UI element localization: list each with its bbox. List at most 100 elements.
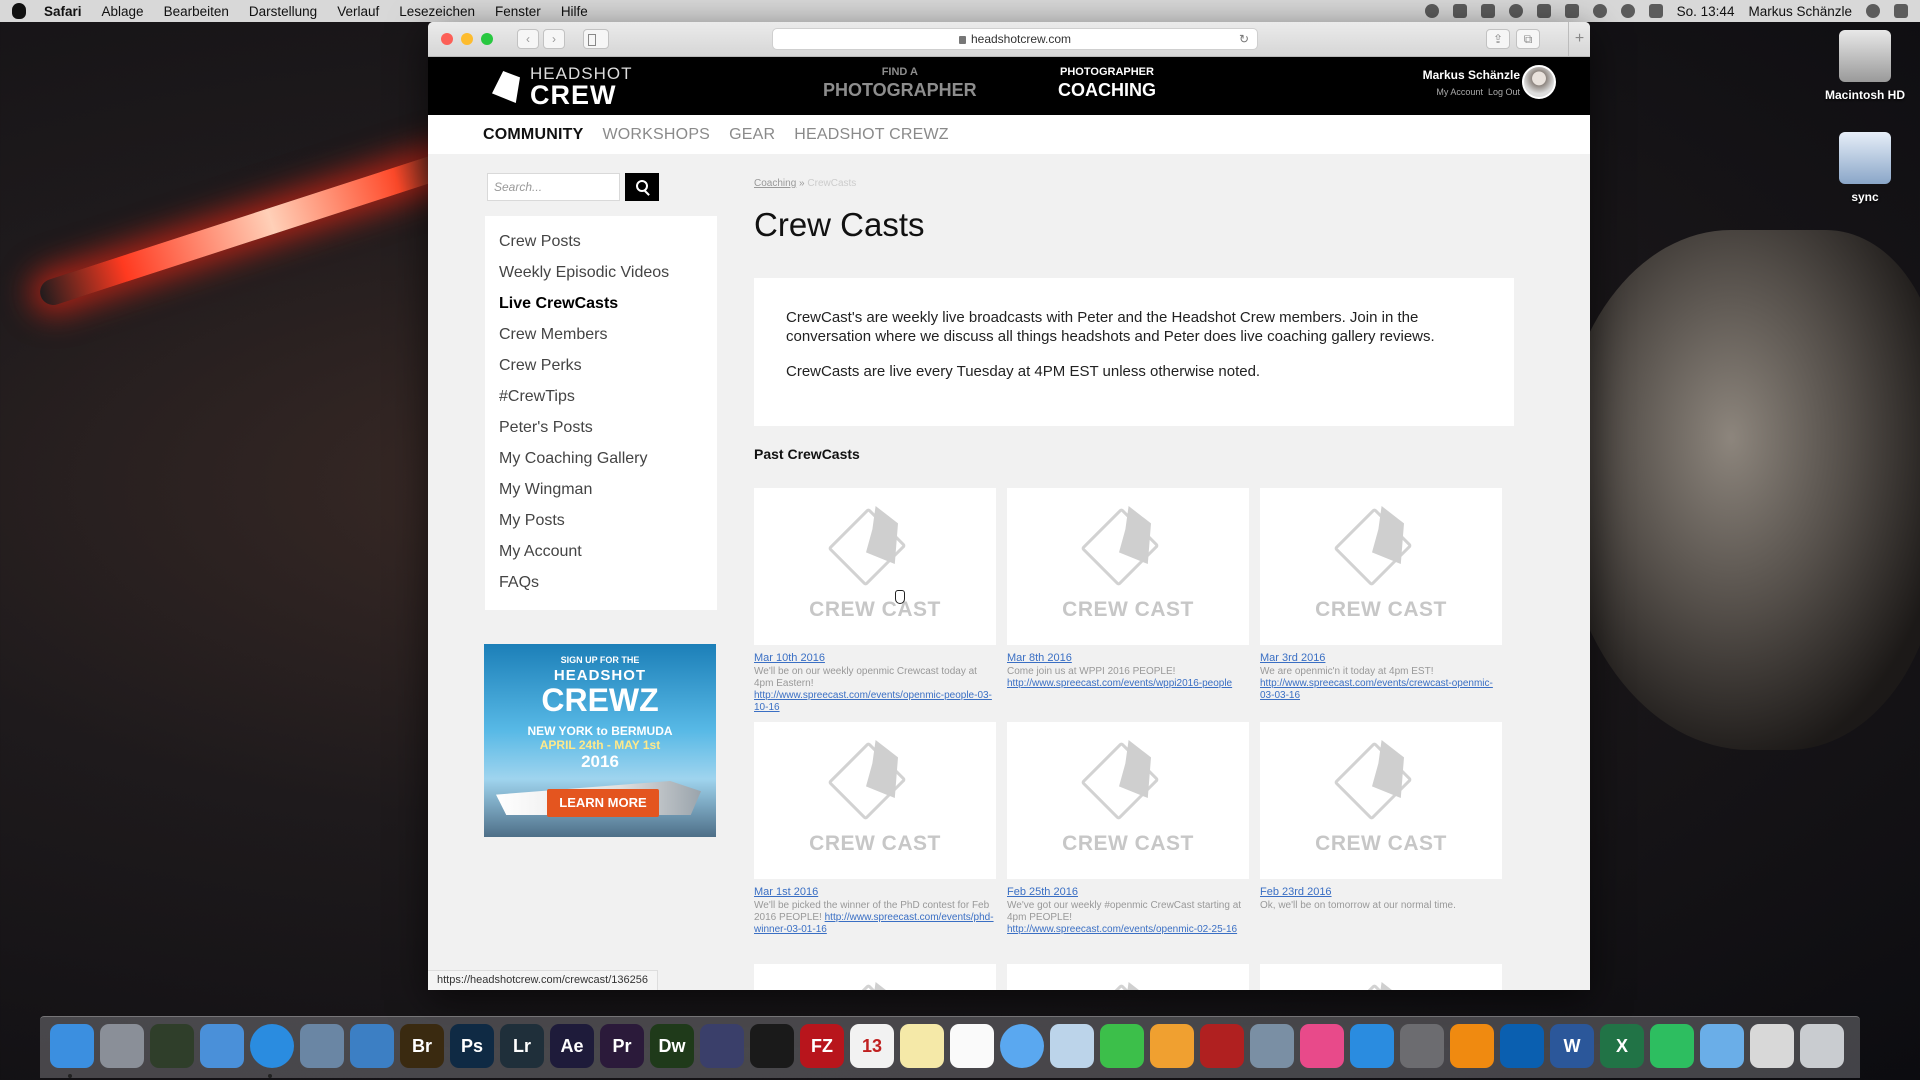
menu-app-safari[interactable]: Safari: [44, 4, 82, 19]
terminal-icon[interactable]: [750, 1024, 794, 1068]
crewcast-thumbnail[interactable]: [754, 964, 996, 990]
excel-icon[interactable]: X: [1600, 1024, 1644, 1068]
notification-center-icon[interactable]: [1894, 4, 1908, 18]
reminders-icon[interactable]: [950, 1024, 994, 1068]
crewcast-thumbnail[interactable]: CREW CAST: [754, 722, 996, 879]
menu-lesezeichen[interactable]: Lesezeichen: [399, 4, 475, 19]
apple-menu-icon[interactable]: [12, 3, 26, 19]
nav-find-photographer[interactable]: FIND A PHOTOGRAPHER: [823, 67, 977, 100]
volume-icon[interactable]: [1648, 4, 1663, 18]
crewcast-card[interactable]: CREW CAST Mar 8th 2016 Come join us at W…: [1007, 488, 1249, 690]
menu-verlauf[interactable]: Verlauf: [337, 4, 379, 19]
photos-icon[interactable]: [1150, 1024, 1194, 1068]
itunes-icon[interactable]: [1300, 1024, 1344, 1068]
mission-control-icon[interactable]: [150, 1024, 194, 1068]
subnav-community[interactable]: COMMUNITY: [483, 126, 583, 144]
new-tab-button[interactable]: +: [1568, 22, 1590, 56]
creative-cloud-icon[interactable]: [1508, 4, 1523, 18]
sidebar-item-peters-posts[interactable]: Peter's Posts: [485, 412, 717, 443]
crewz-cruise-ad[interactable]: SIGN UP FOR THE HEADSHOT CREWZ NEW YORK …: [484, 644, 716, 837]
crewcast-card[interactable]: CREW CAST Feb 25th 2016 We've got our we…: [1007, 722, 1249, 936]
google-drive-icon[interactable]: [1480, 4, 1495, 18]
sidebar-item-live-crewcasts[interactable]: Live CrewCasts: [485, 288, 717, 319]
crewcast-thumbnail[interactable]: [1007, 964, 1249, 990]
dreamweaver-icon[interactable]: Dw: [650, 1024, 694, 1068]
reload-icon[interactable]: ↻: [1239, 29, 1249, 49]
photoshop-icon[interactable]: Ps: [450, 1024, 494, 1068]
search-input[interactable]: Search...: [487, 173, 620, 201]
vlc-icon[interactable]: [1450, 1024, 1494, 1068]
1password-icon[interactable]: [350, 1024, 394, 1068]
sidebar-item-crewtips[interactable]: #CrewTips: [485, 381, 717, 412]
crewcast-thumbnail[interactable]: CREW CAST: [1260, 488, 1502, 645]
lightroom-icon[interactable]: Lr: [500, 1024, 544, 1068]
menubar-clock[interactable]: So. 13:44: [1677, 4, 1735, 19]
crewcast-card[interactable]: [1260, 964, 1502, 990]
spreecast-link[interactable]: http://www.spreecast.com/events/openmic-…: [1007, 924, 1237, 935]
sidebar-item-my-posts[interactable]: My Posts: [485, 505, 717, 536]
teamviewer-icon[interactable]: [1500, 1024, 1544, 1068]
sidebar-item-faqs[interactable]: FAQs: [485, 567, 717, 598]
search-button[interactable]: [625, 173, 659, 201]
sidebar-toggle-button[interactable]: [583, 29, 609, 49]
sidebar-item-crew-posts[interactable]: Crew Posts: [485, 226, 717, 257]
window-minimize-button[interactable]: [461, 33, 473, 45]
app-store-icon[interactable]: [1350, 1024, 1394, 1068]
crewcast-thumbnail[interactable]: CREW CAST: [1007, 722, 1249, 879]
my-account-link[interactable]: My Account: [1436, 87, 1483, 97]
after-effects-icon[interactable]: Ae: [550, 1024, 594, 1068]
premiere-icon[interactable]: Pr: [600, 1024, 644, 1068]
subnav-headshot-crewz[interactable]: HEADSHOT CREWZ: [794, 126, 949, 144]
crewcast-card[interactable]: CREW CAST Feb 23rd 2016 Ok, we'll be on …: [1260, 722, 1502, 912]
launchpad-icon[interactable]: [100, 1024, 144, 1068]
crewcast-date-link[interactable]: Mar 10th 2016: [754, 652, 996, 664]
system-preferences-icon[interactable]: [1400, 1024, 1444, 1068]
crewcast-date-link[interactable]: Mar 3rd 2016: [1260, 652, 1502, 664]
spotlight-icon[interactable]: [1866, 4, 1880, 18]
crewcast-card[interactable]: CREW CAST Mar 1st 2016 We'll be picked t…: [754, 722, 996, 936]
back-button[interactable]: ‹: [517, 29, 539, 49]
scanner-icon[interactable]: [1250, 1024, 1294, 1068]
menu-bearbeiten[interactable]: Bearbeiten: [164, 4, 229, 19]
word-icon[interactable]: W: [1550, 1024, 1594, 1068]
wifi-icon[interactable]: [1620, 4, 1635, 18]
breadcrumb-coaching[interactable]: Coaching: [754, 178, 796, 189]
photo-booth-icon[interactable]: [1200, 1024, 1244, 1068]
crewcast-date-link[interactable]: Mar 1st 2016: [754, 886, 996, 898]
subnav-gear[interactable]: GEAR: [729, 126, 775, 144]
crewcast-thumbnail[interactable]: CREW CAST: [1007, 488, 1249, 645]
menu-hilfe[interactable]: Hilfe: [561, 4, 588, 19]
tabs-overview-button[interactable]: ⧉: [1516, 29, 1540, 49]
avatar[interactable]: [1522, 65, 1556, 99]
spreecast-link[interactable]: http://www.spreecast.com/events/wppi2016…: [1007, 678, 1232, 689]
logout-link[interactable]: Log Out: [1488, 87, 1520, 97]
bridge-icon[interactable]: Br: [400, 1024, 444, 1068]
nav-photographer-coaching[interactable]: PHOTOGRAPHER COACHING: [1058, 67, 1156, 100]
filezilla-icon[interactable]: FZ: [800, 1024, 844, 1068]
facetime-icon[interactable]: [1100, 1024, 1144, 1068]
brushes-icon[interactable]: [1750, 1024, 1794, 1068]
share-button[interactable]: ⇪: [1486, 29, 1510, 49]
messages-icon[interactable]: [1000, 1024, 1044, 1068]
airplay-icon[interactable]: [1564, 4, 1579, 18]
desktop-icon-macintosh-hd[interactable]: Macintosh HD: [1820, 30, 1910, 102]
crewcast-card[interactable]: CREW CAST Mar 10th 2016 We'll be on our …: [754, 488, 996, 714]
mail-icon[interactable]: [1050, 1024, 1094, 1068]
time-machine-icon[interactable]: [1592, 4, 1607, 18]
window-close-button[interactable]: [441, 33, 453, 45]
vlc-status-icon[interactable]: [1536, 4, 1551, 18]
menu-fenster[interactable]: Fenster: [495, 4, 541, 19]
learn-more-button[interactable]: LEARN MORE: [547, 789, 659, 817]
evernote-icon[interactable]: [1650, 1024, 1694, 1068]
crewcast-date-link[interactable]: Mar 8th 2016: [1007, 652, 1249, 664]
dropbox-icon[interactable]: [1452, 4, 1467, 18]
safari-icon[interactable]: [250, 1024, 294, 1068]
sidebar-item-my-account[interactable]: My Account: [485, 536, 717, 567]
site-logo[interactable]: HEADSHOT CREW: [488, 65, 632, 109]
crewcast-card[interactable]: CREW CAST Mar 3rd 2016 We are openmic'n …: [1260, 488, 1502, 702]
photo-browser-icon[interactable]: [200, 1024, 244, 1068]
menubar-user[interactable]: Markus Schänzle: [1748, 4, 1852, 19]
window-zoom-button[interactable]: [481, 33, 493, 45]
notes-icon[interactable]: [900, 1024, 944, 1068]
trash-icon[interactable]: [1800, 1024, 1844, 1068]
